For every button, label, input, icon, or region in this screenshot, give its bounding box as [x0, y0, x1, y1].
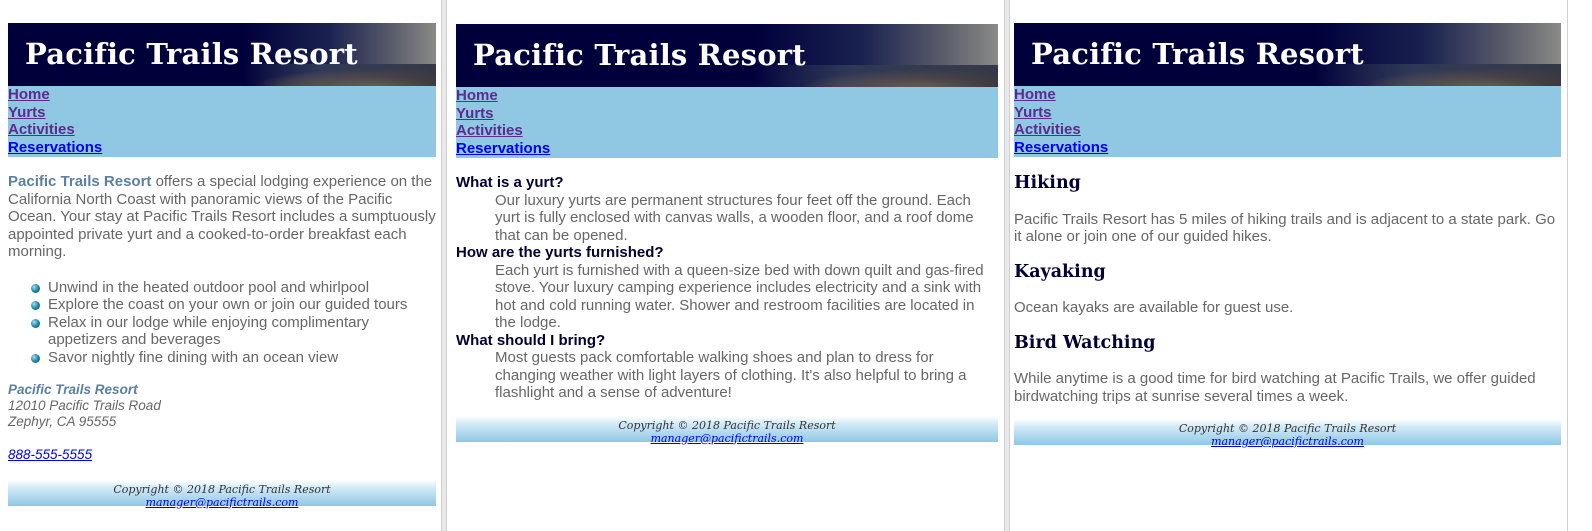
activity-heading-bird-watching: Bird Watching — [1014, 332, 1156, 353]
footer-email-link[interactable]: manager@pacifictrails.com — [651, 432, 804, 445]
yurt-faq-list: What is a yurt? Our luxury yurts are per… — [456, 174, 998, 402]
footer: Copyright © 2018 Pacific Trails Resort m… — [8, 479, 436, 509]
intro-paragraph: Pacific Trails Resort offers a special l… — [8, 173, 436, 261]
header-banner: Pacific Trails Resort — [456, 24, 998, 87]
footer: Copyright © 2018 Pacific Trails Resort m… — [456, 415, 998, 445]
nav-link-reservations[interactable]: Reservations — [8, 139, 436, 157]
window-activities: Pacific Trails Resort Home Yurts Activit… — [1010, 0, 1592, 531]
home-content: Pacific Trails Resort offers a special l… — [8, 157, 436, 464]
nav-link-reservations[interactable]: Reservations — [1014, 139, 1561, 157]
feature-list: Unwind in the heated outdoor pool and wh… — [8, 279, 436, 367]
copyright-text: Copyright © 2018 Pacific Trails Resort — [113, 482, 331, 496]
copyright-text: Copyright © 2018 Pacific Trails Resort — [618, 418, 836, 432]
feature-item: Explore the coast on your own or join ou… — [8, 296, 436, 314]
activity-heading-kayaking: Kayaking — [1014, 261, 1106, 282]
address-org: Pacific Trails Resort — [8, 382, 138, 397]
nav-link-home[interactable]: Home — [1014, 86, 1561, 104]
faq-answer: Each yurt is furnished with a queen-size… — [495, 261, 984, 332]
window-home: Pacific Trails Resort Home Yurts Activit… — [0, 0, 442, 531]
window-right-edge — [1567, 0, 1568, 531]
nav-link-yurts[interactable]: Yurts — [456, 105, 998, 123]
site-title: Pacific Trails Resort — [25, 37, 358, 71]
nav-link-activities[interactable]: Activities — [1014, 121, 1561, 139]
nav-link-yurts[interactable]: Yurts — [8, 104, 436, 122]
faq-answer: Most guests pack comfortable walking sho… — [495, 349, 967, 401]
intro-brand: Pacific Trails Resort — [8, 173, 152, 190]
nav-link-activities[interactable]: Activities — [456, 122, 998, 140]
activities-content: Hiking Pacific Trails Resort has 5 miles… — [1014, 157, 1561, 405]
window-yurts: Pacific Trails Resort Home Yurts Activit… — [447, 0, 1005, 531]
nav-link-activities[interactable]: Activities — [8, 121, 436, 139]
feature-item: Savor nightly fine dining with an ocean … — [8, 349, 436, 367]
phone-link[interactable]: 888-555-5555 — [8, 447, 92, 462]
feature-item: Unwind in the heated outdoor pool and wh… — [8, 279, 436, 297]
site-title: Pacific Trails Resort — [473, 38, 806, 72]
activity-text: While anytime is a good time for bird wa… — [1014, 370, 1536, 405]
footer-email-link[interactable]: manager@pacifictrails.com — [146, 496, 299, 509]
main-nav: Home Yurts Activities Reservations — [456, 87, 998, 158]
faq-question: How are the yurts furnished? — [456, 244, 664, 261]
nav-link-home[interactable]: Home — [8, 86, 436, 104]
activity-text: Pacific Trails Resort has 5 miles of hik… — [1014, 210, 1556, 246]
activity-heading-hiking: Hiking — [1014, 173, 1081, 193]
address-street: 12010 Pacific Trails Road — [8, 398, 161, 413]
header-banner: Pacific Trails Resort — [8, 23, 436, 86]
site-title: Pacific Trails Resort — [1031, 37, 1364, 71]
copyright-text: Copyright © 2018 Pacific Trails Resort — [1178, 422, 1397, 435]
faq-question: What should I bring? — [456, 331, 606, 349]
contact-address: Pacific Trails Resort 12010 Pacific Trai… — [8, 382, 436, 430]
nav-link-home[interactable]: Home — [456, 87, 998, 105]
nav-link-reservations[interactable]: Reservations — [456, 140, 998, 158]
yurts-content: What is a yurt? Our luxury yurts are per… — [456, 158, 998, 402]
activity-text: Ocean kayaks are available for guest use… — [1014, 299, 1294, 316]
address-city: Zephyr, CA 95555 — [8, 414, 117, 429]
main-nav: Home Yurts Activities Reservations — [8, 86, 436, 157]
main-nav: Home Yurts Activities Reservations — [1014, 86, 1561, 157]
faq-answer: Our luxury yurts are permanent structure… — [495, 191, 974, 244]
footer: Copyright © 2018 Pacific Trails Resort m… — [1014, 419, 1561, 448]
nav-link-yurts[interactable]: Yurts — [1014, 104, 1561, 122]
footer-email-link[interactable]: manager@pacifictrails.com — [1211, 435, 1364, 448]
faq-question: What is a yurt? — [456, 174, 564, 191]
header-banner: Pacific Trails Resort — [1014, 23, 1561, 86]
feature-item: Relax in our lodge while enjoying compli… — [8, 314, 436, 349]
